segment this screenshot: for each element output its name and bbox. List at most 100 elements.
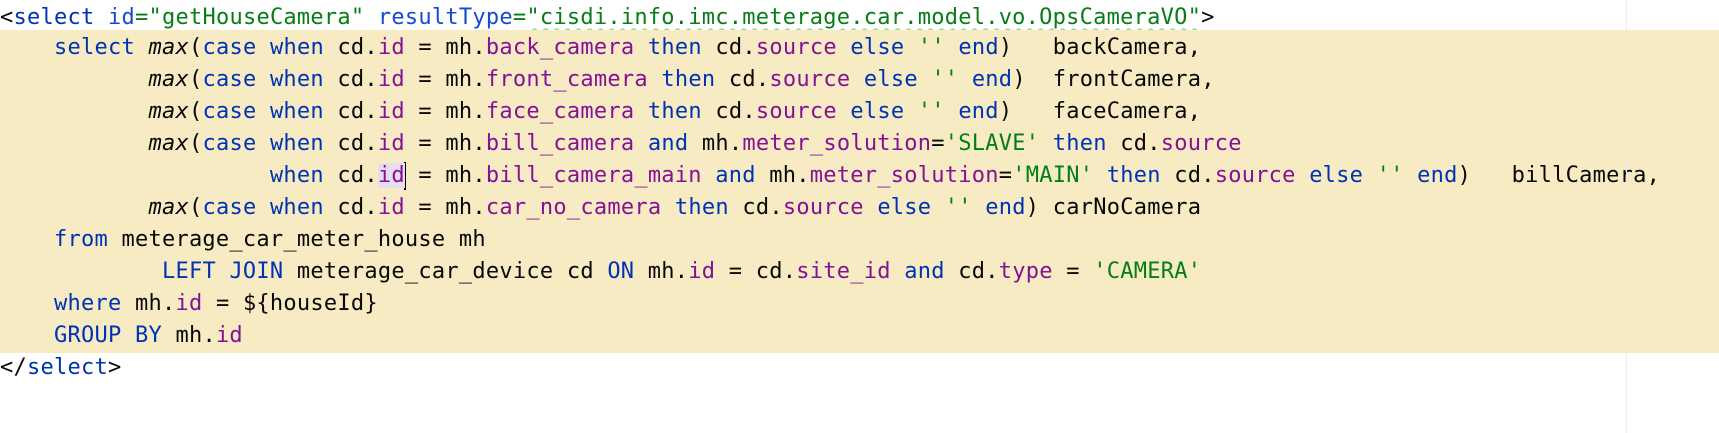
code-text: cd.	[958, 259, 999, 284]
code-line-2[interactable]: select max(case when cd.id = mh.back_cam…	[0, 30, 1719, 65]
keyword-when: when	[269, 131, 324, 156]
code-text: cd.	[728, 67, 770, 92]
keyword-when: when	[269, 67, 324, 92]
code-line-6[interactable]: when cd.id = mh.bill_camera_main and mh.…	[0, 158, 1719, 193]
code-text: cd.	[337, 35, 378, 60]
code-text: = mh.	[404, 195, 486, 220]
field-id: id	[377, 131, 405, 156]
code-text: =	[931, 131, 945, 156]
keyword-when: when	[269, 35, 324, 60]
keyword-and: and	[647, 131, 689, 156]
keyword-else: else	[863, 67, 918, 92]
keyword-end: end	[971, 67, 1013, 92]
code-line-11[interactable]: GROUP BY mh.id	[0, 318, 1719, 353]
field-id: id	[377, 195, 405, 220]
code-text: = mh.	[404, 67, 486, 92]
code-text: (	[188, 131, 203, 156]
code-text: mh.	[701, 131, 743, 156]
code-text: cd.	[337, 99, 378, 124]
code-text: cd.	[715, 35, 756, 60]
code-line-12[interactable]: </select>	[0, 350, 1719, 385]
code-text: =	[1052, 259, 1094, 284]
keyword-group-by: GROUP BY	[53, 323, 162, 348]
code-text: ) frontCamera,	[1012, 67, 1215, 92]
code-text: cd.	[1174, 163, 1215, 188]
keyword-then: then	[674, 195, 729, 220]
code-text: (	[188, 195, 203, 220]
tag-name: select	[13, 5, 95, 30]
string-literal: 'SLAVE'	[944, 131, 1040, 156]
code-line-7[interactable]: max(case when cd.id = mh.car_no_camera t…	[0, 190, 1719, 225]
field-source: source	[769, 67, 851, 92]
code-text: meterage_car_device cd	[283, 259, 608, 284]
code-text: = ${houseId}	[202, 291, 378, 316]
keyword-else: else	[1309, 163, 1364, 188]
code-text: = cd.	[715, 259, 797, 284]
field-source: source	[782, 195, 864, 220]
field-type: type	[998, 259, 1053, 284]
keyword-end: end	[958, 99, 999, 124]
string-literal: ''	[1376, 163, 1404, 188]
attr-name-id: id	[107, 5, 135, 30]
code-text: ) billCamera,	[1457, 163, 1661, 188]
code-text: ) faceCamera,	[998, 99, 1202, 124]
code-line-10[interactable]: where mh.id = ${houseId}	[0, 286, 1719, 321]
function-max: max	[148, 67, 189, 92]
string-literal: ''	[944, 195, 972, 220]
code-text: (	[188, 67, 203, 92]
code-line-4[interactable]: max(case when cd.id = mh.face_camera the…	[0, 94, 1719, 129]
code-text: (	[188, 35, 203, 60]
keyword-else: else	[850, 99, 905, 124]
code-text: cd.	[715, 99, 756, 124]
keyword-case: case	[202, 195, 257, 220]
code-text: = mh.	[404, 35, 486, 60]
attr-equals: =	[512, 5, 527, 30]
code-text: = mh.	[404, 131, 486, 156]
keyword-end: end	[1417, 163, 1458, 188]
string-literal: 'CAMERA'	[1093, 259, 1202, 284]
keyword-on: ON	[607, 259, 635, 284]
field-id: id	[377, 99, 405, 124]
tag-close-bracket: >	[107, 355, 122, 380]
code-text: cd.	[337, 195, 378, 220]
field-column: face_camera	[485, 99, 635, 124]
code-line-5[interactable]: max(case when cd.id = mh.bill_camera and…	[0, 126, 1719, 161]
keyword-case: case	[202, 131, 257, 156]
code-line-8[interactable]: from meterage_car_meter_house mh	[0, 222, 1719, 257]
code-line-9[interactable]: LEFT JOIN meterage_car_device cd ON mh.i…	[0, 254, 1719, 289]
field-column: bill_camera	[485, 131, 635, 156]
function-max: max	[148, 35, 189, 60]
string-literal: ''	[931, 67, 959, 92]
code-text: = mh.	[404, 163, 486, 188]
string-literal: 'MAIN'	[1012, 163, 1094, 188]
field-id-highlighted: id	[377, 163, 405, 188]
field-source: source	[755, 35, 837, 60]
code-editor[interactable]: <select id="getHouseCamera" resultType="…	[0, 0, 1719, 433]
keyword-case: case	[202, 35, 257, 60]
string-literal: ''	[917, 99, 945, 124]
keyword-join: JOIN	[229, 259, 284, 284]
keyword-and: and	[904, 259, 945, 284]
code-text: ) carNoCamera	[1025, 195, 1202, 220]
field-site-id: site_id	[796, 259, 891, 284]
code-text: cd.	[337, 131, 378, 156]
tag-open-bracket: </	[0, 355, 27, 380]
field-id: id	[215, 323, 243, 348]
code-line-3[interactable]: max(case when cd.id = mh.front_camera th…	[0, 62, 1719, 97]
code-text: meterage_car_meter_house mh	[107, 227, 486, 252]
keyword-where: where	[53, 291, 122, 316]
attr-equals: =	[134, 5, 149, 30]
keyword-when: when	[269, 99, 324, 124]
field-source: source	[1160, 131, 1242, 156]
keyword-from: from	[53, 227, 108, 252]
keyword-then: then	[661, 67, 716, 92]
field-column: car_no_camera	[485, 195, 662, 220]
field-meter-solution: meter_solution	[809, 163, 999, 188]
code-text: cd.	[742, 195, 783, 220]
